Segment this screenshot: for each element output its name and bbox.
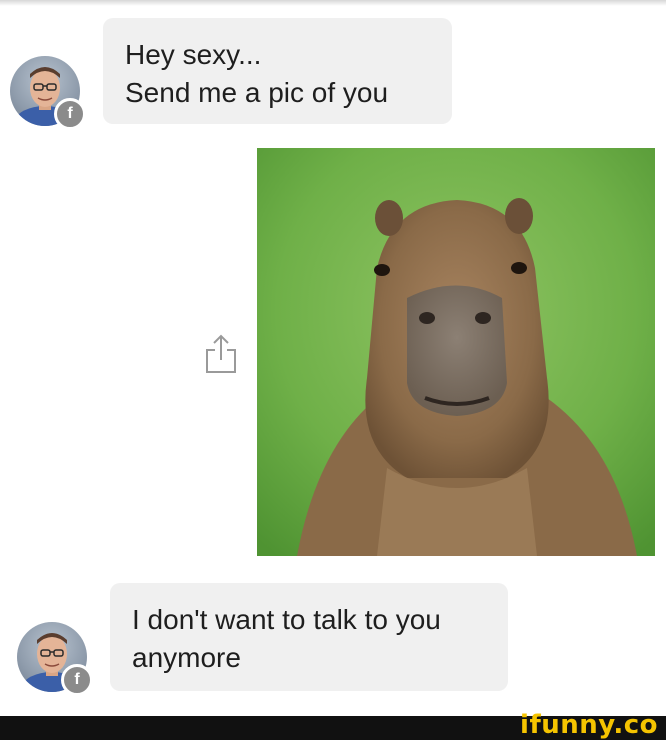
contact-avatar[interactable]: f [10, 56, 86, 130]
watermark-bar: ifunny.co [0, 710, 666, 740]
facebook-badge-icon: f [54, 98, 86, 130]
message-bubble[interactable]: I don't want to talk to you anymore [110, 583, 508, 691]
ifunny-watermark: ifunny.co [520, 710, 658, 740]
message-line: Hey sexy... [125, 39, 262, 70]
top-edge-strip [0, 0, 666, 6]
message-line: anymore [132, 642, 241, 673]
facebook-badge-icon: f [61, 664, 93, 696]
share-icon[interactable] [203, 332, 239, 374]
message-bubble[interactable]: Hey sexy... Send me a pic of you [103, 18, 452, 124]
message-line: Send me a pic of you [125, 77, 389, 108]
contact-avatar[interactable]: f [17, 622, 93, 696]
message-line: I don't want to talk to you [132, 604, 441, 635]
photo-attachment[interactable] [257, 148, 655, 556]
capybara-photo [257, 148, 655, 556]
